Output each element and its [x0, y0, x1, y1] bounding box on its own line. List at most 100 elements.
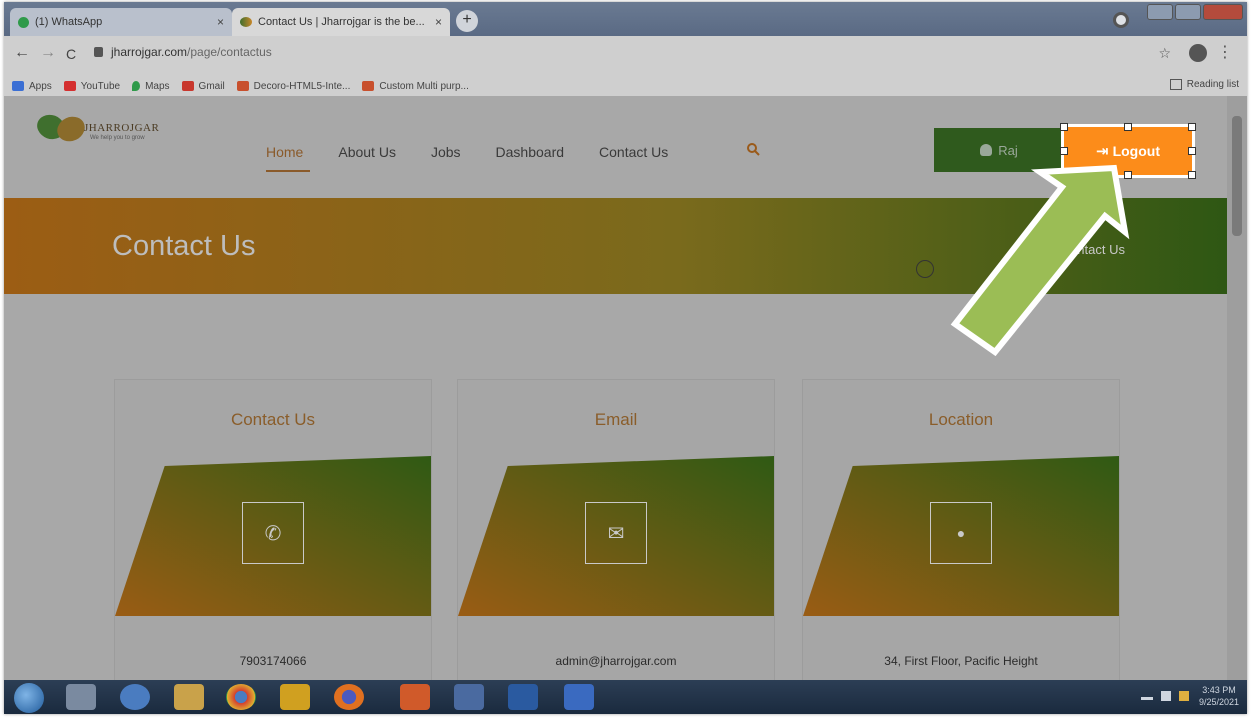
- network-icon[interactable]: [1140, 692, 1153, 700]
- sign-out-icon: ⇥: [1096, 143, 1109, 160]
- word-icon[interactable]: [564, 684, 594, 710]
- selection-handle: [1124, 123, 1132, 131]
- bookmarks-bar: Apps YouTube Maps Gmail Decoro-HTML5-Int…: [4, 76, 1247, 96]
- system-clock[interactable]: 3:43 PM 9/25/2021: [1199, 684, 1239, 708]
- chrome-icon[interactable]: [226, 684, 256, 710]
- taskbar-app-icon[interactable]: [280, 684, 310, 710]
- envelope-glyph: ✉: [607, 522, 625, 545]
- internet-explorer-icon[interactable]: [120, 684, 150, 710]
- phone-icon: ✆: [242, 502, 304, 564]
- selection-handle: [1060, 123, 1068, 131]
- selection-handle: [1124, 171, 1132, 179]
- browser-menu-icon[interactable]: ⋮: [1217, 42, 1233, 62]
- extension-icon[interactable]: [1189, 44, 1207, 62]
- card-value: 7903174066: [239, 654, 307, 668]
- new-tab-button[interactable]: +: [456, 10, 478, 32]
- selection-handle: [1060, 147, 1068, 155]
- reading-list-button[interactable]: Reading list: [1169, 79, 1239, 90]
- search-icon[interactable]: [746, 142, 760, 156]
- close-window-button[interactable]: [1203, 4, 1243, 20]
- phone-glyph: ✆: [264, 522, 282, 545]
- xampp-icon[interactable]: [400, 684, 430, 710]
- windows-taskbar: 3:43 PM 9/25/2021: [4, 680, 1247, 714]
- nav-about-us[interactable]: About Us: [338, 144, 396, 160]
- selection-handle: [1188, 171, 1196, 179]
- browser-tab-bar: (1) WhatsApp × Contact Us | Jharrojgar i…: [4, 2, 1247, 36]
- bookmark-youtube[interactable]: YouTube: [63, 80, 121, 92]
- mouse-cursor-icon: [916, 260, 934, 278]
- tab-contact-us[interactable]: Contact Us | Jharrojgar is the be... ×: [232, 8, 450, 36]
- whatsapp-icon: [18, 16, 29, 28]
- lock-icon: [94, 47, 103, 57]
- bookmark-label: YouTube: [80, 80, 121, 92]
- card-title: Contact Us: [230, 410, 316, 429]
- volume-icon[interactable]: [1160, 691, 1171, 701]
- gmail-icon: [181, 81, 194, 91]
- page-scrollbar[interactable]: [1227, 96, 1247, 680]
- profile-icon[interactable]: [1113, 12, 1129, 28]
- bookmark-apps[interactable]: Apps: [12, 81, 52, 92]
- tab-close-icon[interactable]: ×: [217, 15, 224, 29]
- bookmark-custom-multi[interactable]: Custom Multi purp...: [362, 80, 469, 92]
- firefox-icon[interactable]: [334, 684, 364, 710]
- tab-close-icon[interactable]: ×: [435, 15, 442, 29]
- logo-tagline: We help you to grow: [90, 135, 145, 141]
- logout-button[interactable]: ⇥ Logout: [1061, 124, 1195, 178]
- tab-whatsapp[interactable]: (1) WhatsApp ×: [10, 8, 232, 36]
- bookmark-label: Decoro-HTML5-Inte...: [253, 80, 351, 92]
- maps-pin-icon: [132, 81, 141, 91]
- envelope-icon: ✉: [585, 502, 647, 564]
- back-button[interactable]: ←: [14, 44, 30, 62]
- nav-home[interactable]: Home: [266, 144, 311, 172]
- user-profile-button[interactable]: Raj: [934, 128, 1064, 172]
- nav-jobs[interactable]: Jobs: [431, 144, 461, 160]
- page-banner: Contact Us Home / Contact Us: [4, 198, 1227, 294]
- bookmark-maps[interactable]: Maps: [132, 81, 170, 92]
- clock-date: 9/25/2021: [1198, 697, 1239, 707]
- apps-grid-icon: [12, 81, 24, 91]
- user-name-label: Raj: [998, 142, 1018, 158]
- reload-button[interactable]: C: [66, 46, 76, 62]
- map-pin-glyph: ●: [956, 525, 966, 541]
- bookmark-gmail[interactable]: Gmail: [181, 81, 225, 92]
- selection-handle: [1060, 171, 1068, 179]
- contact-card-location: Location ● 34, First Floor, Pacific Heig…: [802, 379, 1120, 680]
- reading-list-label: Reading list: [1186, 79, 1239, 90]
- start-button[interactable]: [14, 683, 44, 713]
- bookmark-label: Custom Multi purp...: [379, 80, 469, 92]
- nav-contact-us[interactable]: Contact Us: [599, 144, 668, 160]
- forward-button[interactable]: →: [40, 44, 56, 62]
- logout-label: Logout: [1112, 143, 1160, 159]
- address-bar: ← → C jharrojgar.com/page/contactus ☆ ⋮: [4, 36, 1247, 76]
- card-title: Email: [594, 410, 638, 429]
- maximize-button[interactable]: [1175, 4, 1201, 20]
- minimize-button[interactable]: [1147, 4, 1173, 20]
- tab-label: (1) WhatsApp: [35, 16, 103, 28]
- card-value[interactable]: admin@jharrojgar.com: [458, 654, 774, 668]
- taskbar-app-icon[interactable]: [66, 684, 96, 710]
- flag-icon[interactable]: [1178, 691, 1189, 701]
- map-pin-icon: ●: [930, 502, 992, 564]
- bookmark-star-icon[interactable]: ☆: [1158, 45, 1171, 62]
- tab-label: Contact Us | Jharrojgar is the be...: [258, 16, 425, 28]
- system-tray: 3:43 PM 9/25/2021: [1140, 684, 1239, 708]
- contact-card-phone: Contact Us ✆ 7903174066: [114, 379, 432, 680]
- contact-card-email: Email ✉ admin@jharrojgar.com: [457, 379, 775, 680]
- site-logo[interactable]: JHARROJGAR We help you to grow: [33, 109, 188, 154]
- screenshot-frame: (1) WhatsApp × Contact Us | Jharrojgar i…: [4, 2, 1247, 714]
- nav-dashboard[interactable]: Dashboard: [496, 144, 565, 160]
- window-controls: [1147, 4, 1243, 20]
- breadcrumb[interactable]: Home / Contact Us: [1015, 242, 1125, 257]
- url-domain: jharrojgar.com: [111, 45, 188, 59]
- bookmark-decoro[interactable]: Decoro-HTML5-Inte...: [236, 80, 351, 92]
- taskbar-app-icon[interactable]: [454, 684, 484, 710]
- photoshop-icon[interactable]: [508, 684, 538, 710]
- url-field[interactable]: jharrojgar.com/page/contactus: [94, 45, 272, 59]
- user-icon: [980, 144, 993, 156]
- butterfly-favicon-icon: [240, 17, 252, 27]
- site-header: JHARROJGAR We help you to grow Home Abou…: [4, 96, 1227, 198]
- card-title: Location: [928, 410, 994, 429]
- bookmark-label: Apps: [29, 80, 52, 92]
- scrollbar-thumb[interactable]: [1232, 116, 1242, 236]
- folder-icon[interactable]: [174, 684, 204, 710]
